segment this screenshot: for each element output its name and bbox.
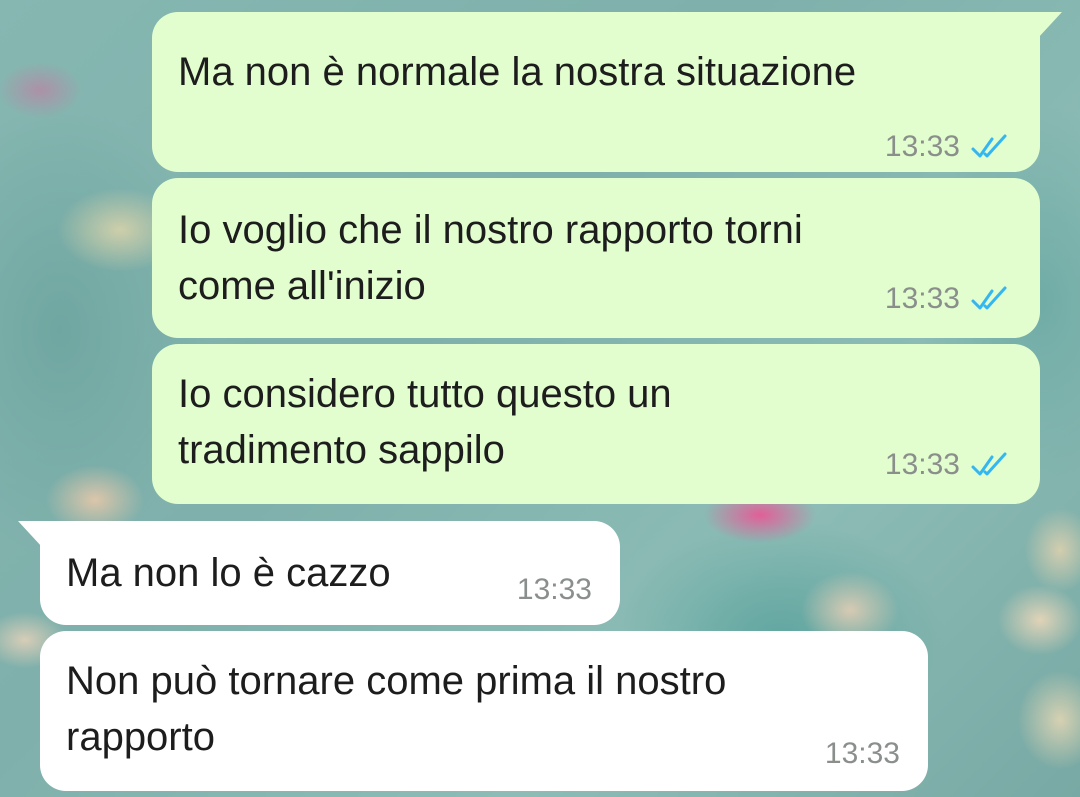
double-check-read-icon [971, 286, 1007, 310]
message-time: 13:33 [884, 282, 960, 315]
double-check-read-icon [971, 452, 1007, 476]
incoming-message-bubble[interactable]: Ma non lo è cazzo 13:33 [18, 521, 620, 625]
message-text: Non può tornare come prima il nostro rap… [66, 659, 727, 759]
message-time: 13:33 [884, 448, 960, 481]
double-check-read-icon [971, 134, 1007, 158]
message-time: 13:33 [884, 130, 960, 163]
outgoing-message-bubble[interactable]: Ma non è normale la nostra situazione 13… [152, 12, 1062, 172]
message-text: Ma non è normale la nostra situazione [178, 50, 857, 94]
message-meta: 13:33 [825, 737, 900, 771]
message-meta: 13:33 [885, 448, 1016, 482]
outgoing-message-bubble[interactable]: Io considero tutto questo un tradimento … [152, 344, 1040, 504]
chat-screen: { "colors": { "outgoing_bubble": "#e2fec… [0, 0, 1080, 797]
message-meta: 13:33 [517, 573, 592, 607]
message-meta: 13:33 [885, 130, 1016, 164]
bubble-tail [1038, 12, 1062, 38]
message-time: 13:33 [824, 737, 900, 770]
message-text: Io considero tutto questo un tradimento … [178, 372, 672, 472]
message-meta: 13:33 [885, 282, 1016, 316]
outgoing-message-bubble[interactable]: Io voglio che il nostro rapporto torni c… [152, 178, 1040, 338]
message-time: 13:33 [516, 573, 592, 606]
message-text: Ma non lo è cazzo [66, 551, 391, 595]
message-text: Io voglio che il nostro rapporto torni c… [178, 208, 803, 308]
bubble-tail [18, 521, 42, 547]
incoming-message-bubble[interactable]: Non può tornare come prima il nostro rap… [40, 631, 928, 791]
